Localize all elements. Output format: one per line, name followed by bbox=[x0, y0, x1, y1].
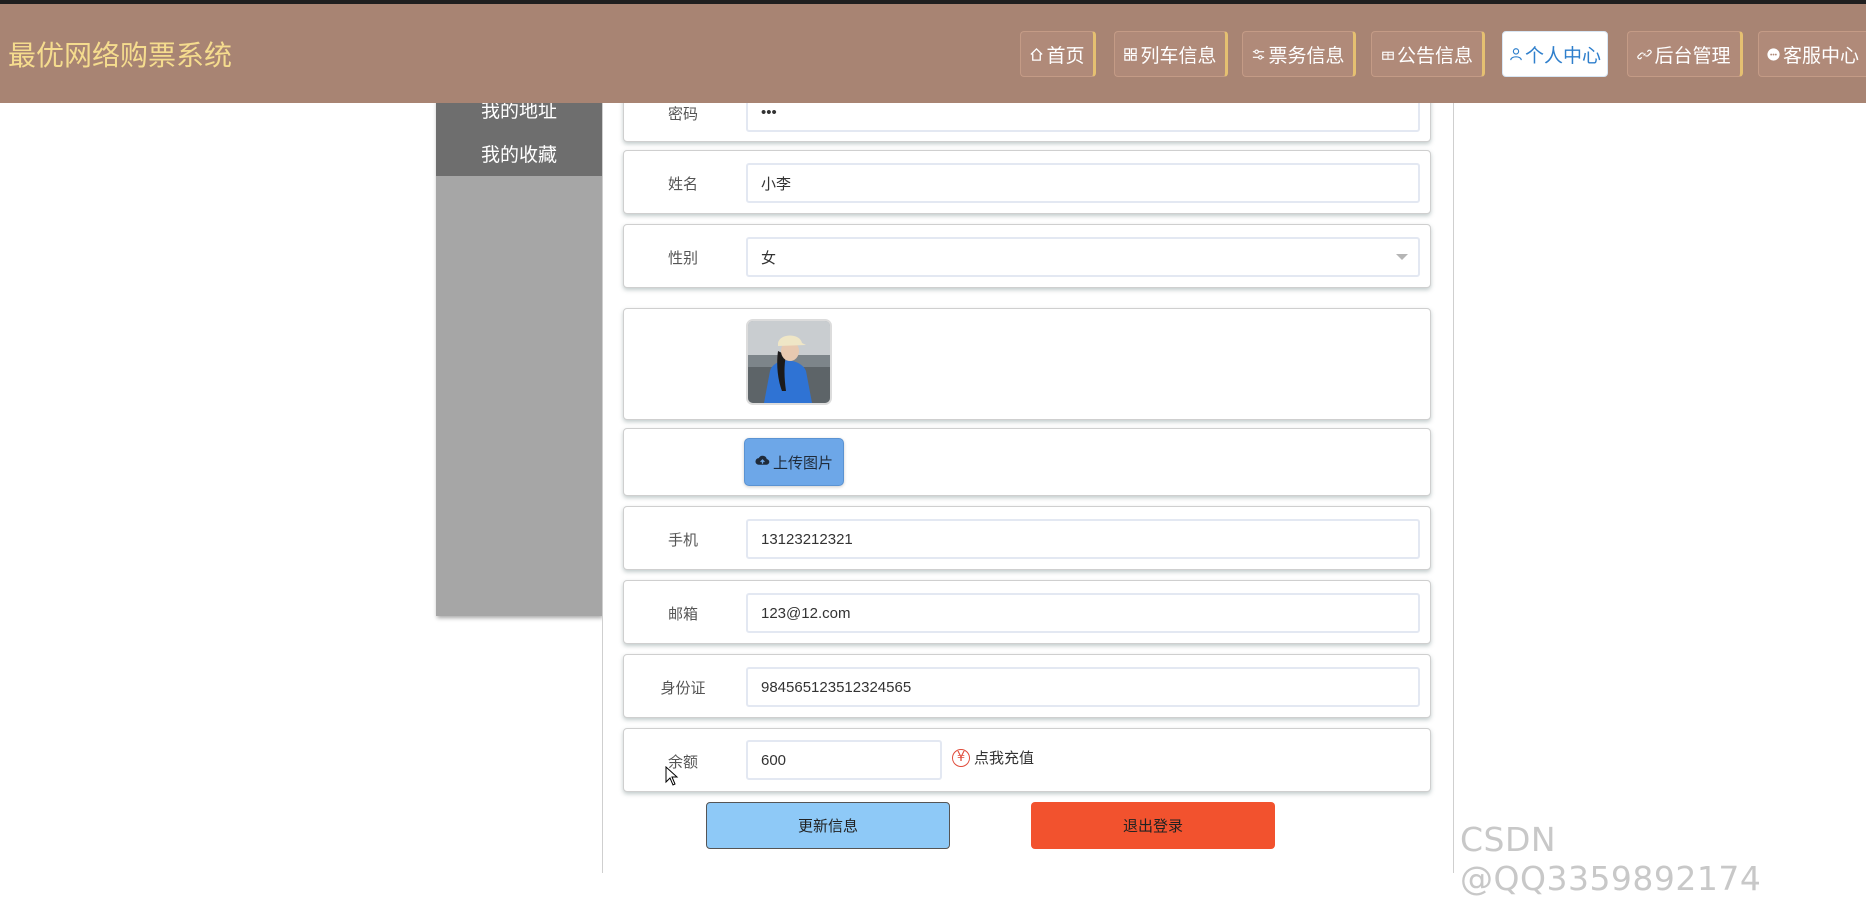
nav-admin-label: 后台管理 bbox=[1654, 44, 1731, 67]
upload-image-button[interactable]: 上传图片 bbox=[744, 438, 844, 486]
name-row: 姓名 小李 bbox=[623, 150, 1431, 214]
balance-label: 余额 bbox=[667, 753, 698, 771]
id-card-row: 身份证 984565123512324565 bbox=[623, 654, 1431, 718]
phone-label: 手机 bbox=[667, 531, 698, 549]
name-label: 姓名 bbox=[667, 175, 698, 193]
logout-button[interactable]: 退出登录 bbox=[1031, 802, 1275, 849]
email-row: 邮箱 123@12.com bbox=[623, 580, 1431, 644]
site-title: 最优网络购票系统 bbox=[8, 39, 233, 72]
cloud-upload-icon bbox=[755, 453, 770, 471]
upload-image-label: 上传图片 bbox=[772, 453, 833, 472]
chevron-down-icon bbox=[1396, 254, 1408, 260]
gender-select-value: 女 bbox=[761, 249, 777, 267]
recharge-label: 点我充值 bbox=[974, 749, 1035, 767]
nav-service[interactable]: 客服中心 bbox=[1758, 31, 1866, 77]
sidebar-item-favorites[interactable]: 我的收藏 bbox=[436, 130, 602, 176]
nav-service-label: 客服中心 bbox=[1782, 44, 1859, 67]
nav-trains-label: 列车信息 bbox=[1140, 44, 1217, 67]
gender-select[interactable]: 女 bbox=[746, 237, 1420, 277]
gender-row: 性别 女 bbox=[623, 224, 1431, 288]
gender-label: 性别 bbox=[667, 249, 698, 267]
balance-row: 余额 600 ¥ 点我充值 bbox=[623, 728, 1431, 792]
recharge-link[interactable]: ¥ 点我充值 bbox=[952, 747, 1034, 768]
password-label: 密码 bbox=[667, 105, 698, 123]
gift-icon bbox=[1381, 47, 1395, 61]
nav-notices-label: 公告信息 bbox=[1396, 44, 1473, 67]
grid-icon bbox=[1123, 47, 1138, 62]
sidebar: 我的地址 我的收藏 bbox=[436, 86, 602, 616]
nav-tickets[interactable]: 票务信息 bbox=[1242, 31, 1356, 77]
id-card-label: 身份证 bbox=[660, 679, 706, 697]
watermark: CSDN @QQ3359892174 bbox=[1460, 820, 1762, 898]
nav-trains[interactable]: 列车信息 bbox=[1114, 31, 1228, 77]
user-icon bbox=[1509, 47, 1523, 61]
sliders-icon bbox=[1251, 47, 1266, 62]
link-icon bbox=[1637, 47, 1653, 62]
home-icon bbox=[1029, 47, 1044, 62]
profile-form-panel: 密码 ••• 姓名 小李 性别 女 上传图片 手机 13123212321 邮箱… bbox=[602, 80, 1454, 873]
nav-notices[interactable]: 公告信息 bbox=[1371, 31, 1485, 77]
avatar-row bbox=[623, 308, 1431, 420]
nav-admin[interactable]: 后台管理 bbox=[1627, 31, 1743, 77]
top-navbar: 最优网络购票系统 首页 列车信息 票务信息 公告信息 个人中心 后台管理 客服中… bbox=[0, 0, 1866, 103]
nav-home[interactable]: 首页 bbox=[1020, 31, 1096, 77]
balance-input[interactable]: 600 bbox=[746, 740, 942, 780]
update-info-button[interactable]: 更新信息 bbox=[706, 802, 950, 849]
email-input[interactable]: 123@12.com bbox=[746, 593, 1420, 633]
nav-home-label: 首页 bbox=[1046, 44, 1085, 67]
yen-icon: ¥ bbox=[952, 748, 970, 767]
mouse-cursor-icon bbox=[665, 765, 679, 790]
avatar bbox=[746, 319, 832, 405]
id-card-input[interactable]: 984565123512324565 bbox=[746, 667, 1420, 707]
upload-row: 上传图片 bbox=[623, 428, 1431, 496]
nav-profile-label: 个人中心 bbox=[1524, 44, 1601, 67]
phone-input[interactable]: 13123212321 bbox=[746, 519, 1420, 559]
chat-icon bbox=[1766, 47, 1781, 62]
email-label: 邮箱 bbox=[667, 605, 698, 623]
nav-profile[interactable]: 个人中心 bbox=[1502, 31, 1608, 77]
name-input[interactable]: 小李 bbox=[746, 163, 1420, 203]
phone-row: 手机 13123212321 bbox=[623, 506, 1431, 570]
nav-tickets-label: 票务信息 bbox=[1268, 44, 1345, 67]
